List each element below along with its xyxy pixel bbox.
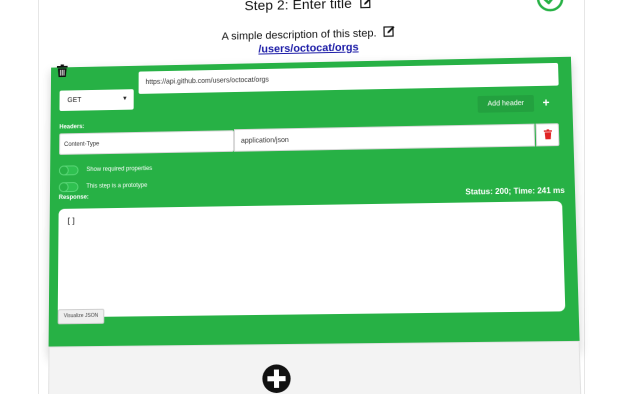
show-required-label: Show required properties [86, 166, 153, 174]
response-label: Response: [58, 194, 89, 202]
visualize-json-button[interactable]: Visualize JSON [57, 308, 105, 325]
edit-icon[interactable] [360, 0, 372, 9]
prototype-label: This step is a prototype [86, 182, 148, 190]
prototype-toggle[interactable] [58, 182, 79, 193]
plus-circle-icon[interactable] [261, 363, 292, 394]
header-value-input[interactable]: application/json [233, 123, 536, 152]
delete-header-button[interactable] [535, 123, 560, 147]
url-input[interactable]: https://api.github.com/users/octocat/org… [138, 62, 559, 94]
check-circle-icon[interactable] [536, 0, 565, 12]
method-select[interactable]: GET ▼ [59, 89, 134, 112]
header-row: Content-Type application/json [59, 123, 560, 155]
headers-label: Headers: [59, 124, 85, 131]
show-required-toggle[interactable] [58, 165, 79, 176]
request-panel: https://api.github.com/users/octocat/org… [48, 56, 580, 358]
trash-icon [543, 129, 552, 140]
header-name-input[interactable]: Content-Type [59, 130, 235, 155]
method-value: GET [67, 96, 82, 105]
response-status: Status: 200; Time: 241 ms [465, 185, 565, 197]
response-body[interactable]: [] [57, 201, 566, 318]
step-description-text[interactable]: A simple description of this step. [222, 28, 377, 43]
add-header-button[interactable]: Add header [477, 94, 535, 113]
step-title-text[interactable]: Step 2: Enter title [244, 0, 352, 13]
trash-icon[interactable] [56, 64, 68, 78]
add-header-plus-button[interactable]: + [540, 95, 553, 112]
next-step-card [48, 340, 582, 394]
chevron-down-icon: ▼ [121, 96, 128, 103]
step-title: Step 2: Enter title [52, 0, 570, 18]
edit-icon[interactable] [383, 25, 395, 37]
step-editor: Step 2: Enter title A simple description… [1, 0, 618, 394]
